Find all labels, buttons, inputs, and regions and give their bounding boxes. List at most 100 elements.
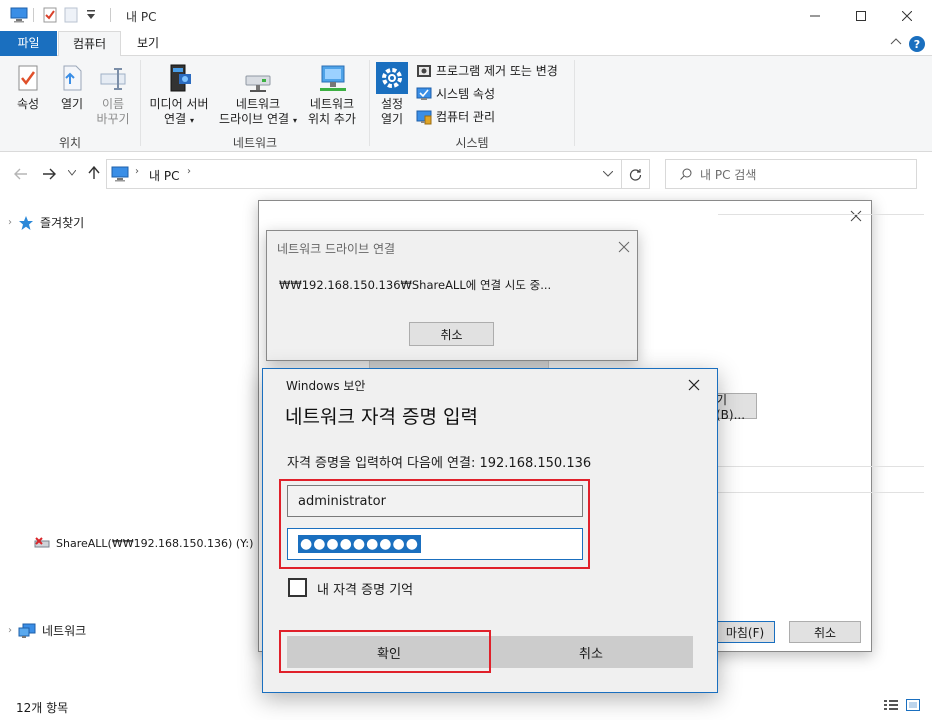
connecting-cancel-button[interactable]: 취소 — [409, 322, 494, 346]
star-icon — [19, 215, 33, 230]
window-title: 내 PC — [126, 10, 157, 24]
tab-file[interactable]: 파일 — [0, 31, 57, 56]
address-dropdown-icon[interactable] — [603, 171, 613, 177]
system-group-label: 시스템 — [455, 136, 489, 150]
username-field[interactable]: administrator — [287, 485, 583, 517]
connecting-dialog: 네트워크 드라이브 연결 ₩₩192.168.150.136₩ShareALL에… — [266, 230, 638, 361]
security-cancel-button[interactable]: 취소 — [489, 636, 693, 668]
nav-item-mapped-drive[interactable]: ShareALL(₩₩192.168.150.136) (Y:) — [34, 536, 253, 550]
gear-icon — [376, 62, 408, 94]
expand-chevron-icon[interactable]: › — [8, 217, 12, 228]
windows-security-dialog: Windows 보안 네트워크 자격 증명 입력 자격 증명을 입력하여 다음에… — [262, 368, 718, 693]
rename-icon — [97, 62, 129, 94]
address-bar[interactable]: › 내 PC › — [106, 159, 622, 189]
details-view-icon[interactable] — [884, 699, 898, 711]
system-properties-button[interactable]: 시스템 속성 — [416, 85, 495, 103]
ribbon: 속성 열기 이름 바꾸기 위치 미디어 서버 연결 ▾ 네트워크 드라이브 연결… — [0, 56, 932, 152]
qat-divider — [33, 8, 34, 22]
properties-icon — [12, 62, 44, 94]
minimize-icon — [810, 15, 820, 16]
breadcrumb-chevron-icon[interactable]: › — [135, 166, 139, 177]
password-field[interactable]: ●●●●●●●●● — [287, 528, 583, 560]
media-server-label-2: 연결 — [164, 112, 187, 126]
ok-button-highlight — [279, 630, 491, 673]
breadcrumb-this-pc[interactable]: 내 PC — [149, 167, 179, 184]
password-value: ●●●●●●●●● — [298, 535, 421, 553]
item-count: 12개 항목 — [16, 701, 69, 715]
network-icon — [18, 623, 36, 638]
nav-item-favorites[interactable]: › 즐겨찾기 — [8, 214, 84, 231]
security-heading: 네트워크 자격 증명 입력 — [285, 406, 478, 428]
network-group-label: 네트워크 — [232, 136, 278, 150]
help-icon[interactable]: ? — [909, 36, 925, 52]
wizard-cancel-button[interactable]: 취소 — [789, 621, 861, 643]
search-box[interactable]: 내 PC 검색 — [665, 159, 917, 189]
ribbon-tabs: 파일 컴퓨터 보기 ? — [0, 31, 932, 57]
computer-icon — [111, 166, 129, 182]
computer-icon — [10, 7, 28, 23]
properties-qat-icon[interactable] — [42, 7, 58, 23]
qat-dropdown-icon[interactable] — [86, 9, 96, 25]
close-icon[interactable] — [617, 240, 631, 254]
add-location-label-1: 네트워크 — [309, 97, 355, 111]
security-dialog-title: Windows 보안 — [286, 379, 366, 393]
settings-label-2: 열기 — [380, 112, 404, 126]
open-button[interactable]: 열기 — [52, 62, 92, 112]
title-bar: 내 PC — [0, 0, 932, 31]
open-settings-button[interactable]: 설정 열기 — [372, 62, 412, 127]
map-drive-button[interactable]: 네트워크 드라이브 연결 ▾ — [215, 62, 301, 128]
computer-management-icon — [416, 110, 432, 125]
open-icon — [56, 62, 88, 94]
new-folder-qat-icon[interactable] — [64, 7, 78, 23]
navigation-bar: › 내 PC › 내 PC 검색 — [0, 152, 932, 194]
computer-management-label: 컴퓨터 관리 — [436, 110, 496, 124]
remember-credentials-checkbox[interactable] — [288, 578, 307, 597]
close-icon — [902, 10, 912, 21]
rename-label-2: 바꾸기 — [96, 112, 130, 126]
maximize-button[interactable] — [838, 0, 884, 31]
status-bar: 12개 항목 — [0, 692, 932, 720]
finish-button[interactable]: 마침(F) — [715, 621, 775, 643]
back-arrow-icon[interactable] — [14, 168, 28, 180]
content-divider — [718, 466, 924, 467]
computer-management-button[interactable]: 컴퓨터 관리 — [416, 108, 495, 126]
up-arrow-icon[interactable] — [88, 166, 100, 180]
rename-button[interactable]: 이름 바꾸기 — [92, 62, 134, 127]
qat-divider — [110, 8, 111, 22]
content-divider — [718, 492, 924, 493]
media-server-label-1: 미디어 서버 — [149, 97, 209, 111]
uninstall-icon — [417, 65, 431, 77]
close-icon[interactable] — [849, 209, 863, 223]
collapse-ribbon-icon[interactable] — [890, 37, 902, 47]
expand-chevron-icon[interactable]: › — [8, 625, 12, 636]
browse-button[interactable]: 기(B)... — [713, 393, 757, 422]
breadcrumb-chevron-icon[interactable]: › — [187, 166, 191, 177]
disconnected-drive-icon — [34, 537, 50, 548]
close-icon[interactable] — [687, 378, 701, 392]
maximize-icon — [856, 10, 866, 21]
system-properties-label: 시스템 속성 — [436, 87, 496, 101]
add-location-label-2: 위치 추가 — [308, 112, 356, 126]
map-drive-label-1: 네트워크 — [235, 97, 281, 111]
recent-locations-chevron-icon[interactable] — [68, 170, 76, 176]
rename-label-1: 이름 — [101, 97, 125, 111]
minimize-button[interactable] — [792, 0, 838, 31]
security-prompt: 자격 증명을 입력하여 다음에 연결: 192.168.150.136 — [287, 456, 592, 471]
network-location-icon — [316, 62, 348, 94]
add-network-location-button[interactable]: 네트워크 위치 추가 — [303, 62, 361, 127]
close-button[interactable] — [884, 0, 930, 31]
media-server-icon — [163, 62, 195, 94]
refresh-button[interactable] — [622, 159, 650, 189]
large-icons-view-icon[interactable] — [906, 699, 920, 711]
remember-credentials-label: 내 자격 증명 기억 — [317, 583, 414, 598]
content-divider — [718, 214, 924, 215]
forward-arrow-icon[interactable] — [42, 168, 56, 180]
media-server-button[interactable]: 미디어 서버 연결 ▾ — [144, 62, 214, 128]
properties-button[interactable]: 속성 — [8, 62, 48, 112]
nav-item-network[interactable]: › 네트워크 — [8, 622, 86, 639]
tab-computer[interactable]: 컴퓨터 — [58, 31, 121, 57]
network-label: 네트워크 — [42, 624, 87, 638]
uninstall-program-button[interactable]: 프로그램 제거 또는 변경 — [416, 62, 558, 80]
properties-label: 속성 — [16, 97, 40, 111]
tab-view[interactable]: 보기 — [124, 31, 172, 56]
